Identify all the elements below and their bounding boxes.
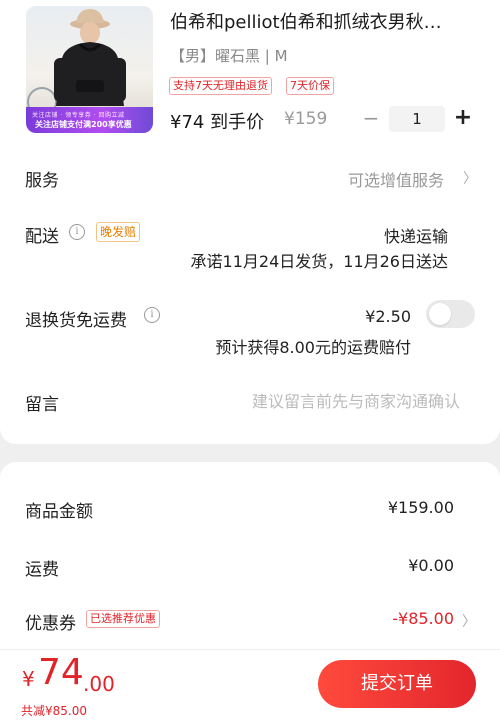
- checkout-bar: ¥ 74 .00 共减¥85.00 提交订单: [0, 649, 500, 720]
- return-shipping-note: 预计获得8.00元的运费赔付: [215, 338, 411, 357]
- product-image[interactable]: 关注店铺 · 领专享券 · 回购立减 关注店铺支付满200享优惠: [26, 6, 153, 133]
- promo-banner: 关注店铺 · 领专享券 · 回购立减 关注店铺支付满200享优惠: [26, 107, 153, 133]
- service-label: 服务: [25, 171, 59, 191]
- coupon-label: 优惠券: [25, 614, 76, 634]
- quantity-increase-button[interactable]: +: [451, 104, 475, 134]
- chevron-right-icon[interactable]: 〉: [462, 611, 476, 631]
- original-price: ¥159: [284, 109, 328, 129]
- late-compensation-tag: 晚发赔: [96, 222, 141, 242]
- total-currency: ¥: [22, 667, 35, 691]
- total-amount: 74: [38, 652, 84, 693]
- info-circle-icon[interactable]: i: [69, 224, 85, 240]
- final-price: ¥74 到手价: [170, 112, 265, 133]
- total-discount: 共减¥85.00: [21, 704, 87, 718]
- coupon-selected-tag: 已选推荐优惠: [86, 610, 160, 628]
- coupon-value[interactable]: -¥85.00: [392, 609, 454, 628]
- return-shipping-toggle[interactable]: [426, 300, 475, 328]
- goods-amount-label: 商品金额: [25, 502, 93, 522]
- message-label: 留言: [25, 395, 59, 415]
- message-input[interactable]: [200, 388, 460, 414]
- price-protection-tag: 7天价保: [286, 77, 334, 95]
- toggle-knob: [429, 303, 451, 325]
- delivery-label: 配送: [25, 227, 59, 247]
- banner-text: 关注店铺支付满200享优惠: [35, 120, 132, 129]
- return-shipping-price: ¥2.50: [365, 307, 411, 326]
- shipping-fee-value: ¥0.00: [408, 556, 454, 575]
- return-shipping-label: 退换货免运费: [25, 311, 127, 331]
- info-circle-icon[interactable]: i: [144, 307, 160, 323]
- delivery-promise: 承诺11月24日发货，11月26日送达: [190, 252, 448, 271]
- shipping-fee-label: 运费: [25, 560, 59, 580]
- submit-order-button[interactable]: 提交订单: [318, 660, 476, 708]
- goods-amount-value: ¥159.00: [387, 498, 454, 517]
- delivery-method: 快递运输: [383, 227, 448, 246]
- chevron-right-icon[interactable]: 〉: [463, 168, 477, 188]
- total-amount-decimal: .00: [83, 672, 115, 696]
- service-value[interactable]: 可选增值服务: [348, 167, 444, 191]
- product-title[interactable]: 伯希和pelliot伯希和抓绒衣男秋…: [170, 8, 486, 34]
- quantity-decrease-button[interactable]: −: [360, 104, 382, 134]
- banner-subtext: 关注店铺 · 领专享券 · 回购立减: [32, 112, 125, 119]
- return-policy-tag: 支持7天无理由退货: [169, 77, 272, 95]
- product-sku[interactable]: 【男】曜石黑 | M: [170, 45, 288, 66]
- quantity-input[interactable]: 1: [389, 106, 445, 132]
